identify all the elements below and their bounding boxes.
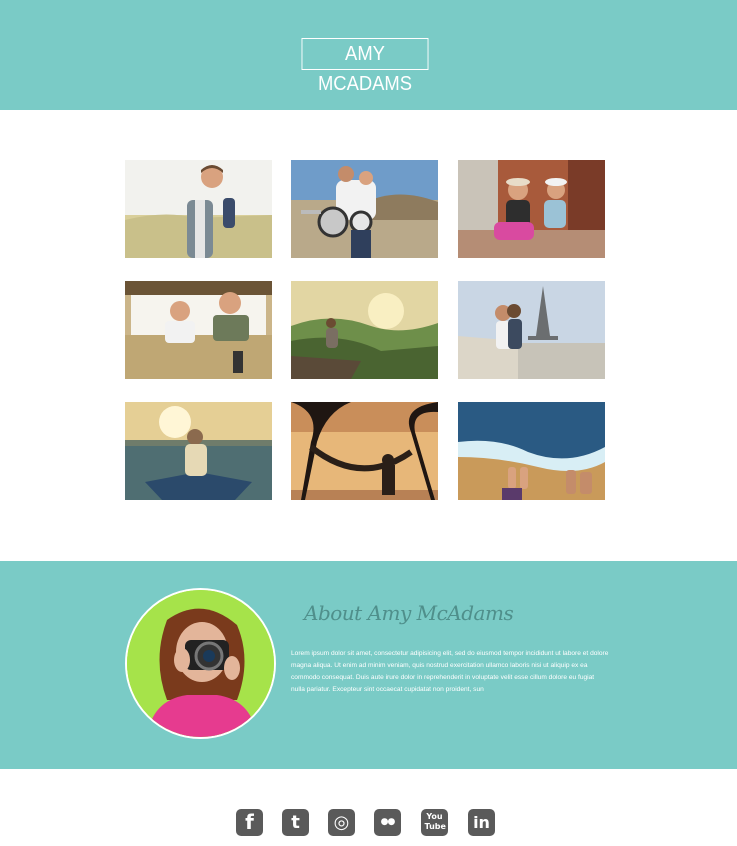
site-brand[interactable]: AMY MCADAMS	[301, 38, 429, 95]
instagram-icon[interactable]: ◎	[328, 809, 355, 836]
gallery-photo-hammock[interactable]	[291, 402, 438, 500]
photo-gallery	[0, 110, 737, 561]
header: AMY MCADAMS	[0, 0, 737, 110]
gallery-photo-safari[interactable]	[125, 281, 272, 379]
gallery-photo-eiffel[interactable]	[458, 281, 605, 379]
about-title: About Amy McAdams	[304, 601, 514, 625]
twitter-icon[interactable]: t	[282, 809, 309, 836]
bicycle-couple-photo	[458, 160, 605, 258]
gallery-photo-motorcycle[interactable]	[291, 160, 438, 258]
youtube-icon[interactable]: You Tube	[421, 809, 448, 836]
about-body: Lorem ipsum dolor sit amet, consectetur …	[291, 650, 609, 693]
footer: f t ◎ ●● You Tube in	[0, 769, 737, 846]
safari-jeep-photo	[125, 281, 272, 379]
flickr-icon[interactable]: ●●	[374, 809, 401, 836]
boat-lake-photo	[125, 402, 272, 500]
hammock-sunset-photo	[291, 402, 438, 500]
gallery-photo-beach[interactable]	[458, 402, 605, 500]
facebook-icon[interactable]: f	[236, 809, 263, 836]
hiker-photo	[125, 160, 272, 258]
avatar	[125, 588, 276, 739]
gallery-photo-bicycle[interactable]	[458, 160, 605, 258]
gallery-photo-boat[interactable]	[125, 402, 272, 500]
motorcycle-couple-photo	[291, 160, 438, 258]
about-section: About Amy McAdams Lorem ipsum dolor sit …	[0, 561, 737, 769]
linkedin-icon[interactable]: in	[468, 809, 495, 836]
beach-feet-photo	[458, 402, 605, 500]
gallery-photo-hiker[interactable]	[125, 160, 272, 258]
gallery-photo-mountain[interactable]	[291, 281, 438, 379]
eiffel-tower-couple-photo	[458, 281, 605, 379]
photographer-portrait	[127, 590, 274, 737]
mountain-sunset-photo	[291, 281, 438, 379]
